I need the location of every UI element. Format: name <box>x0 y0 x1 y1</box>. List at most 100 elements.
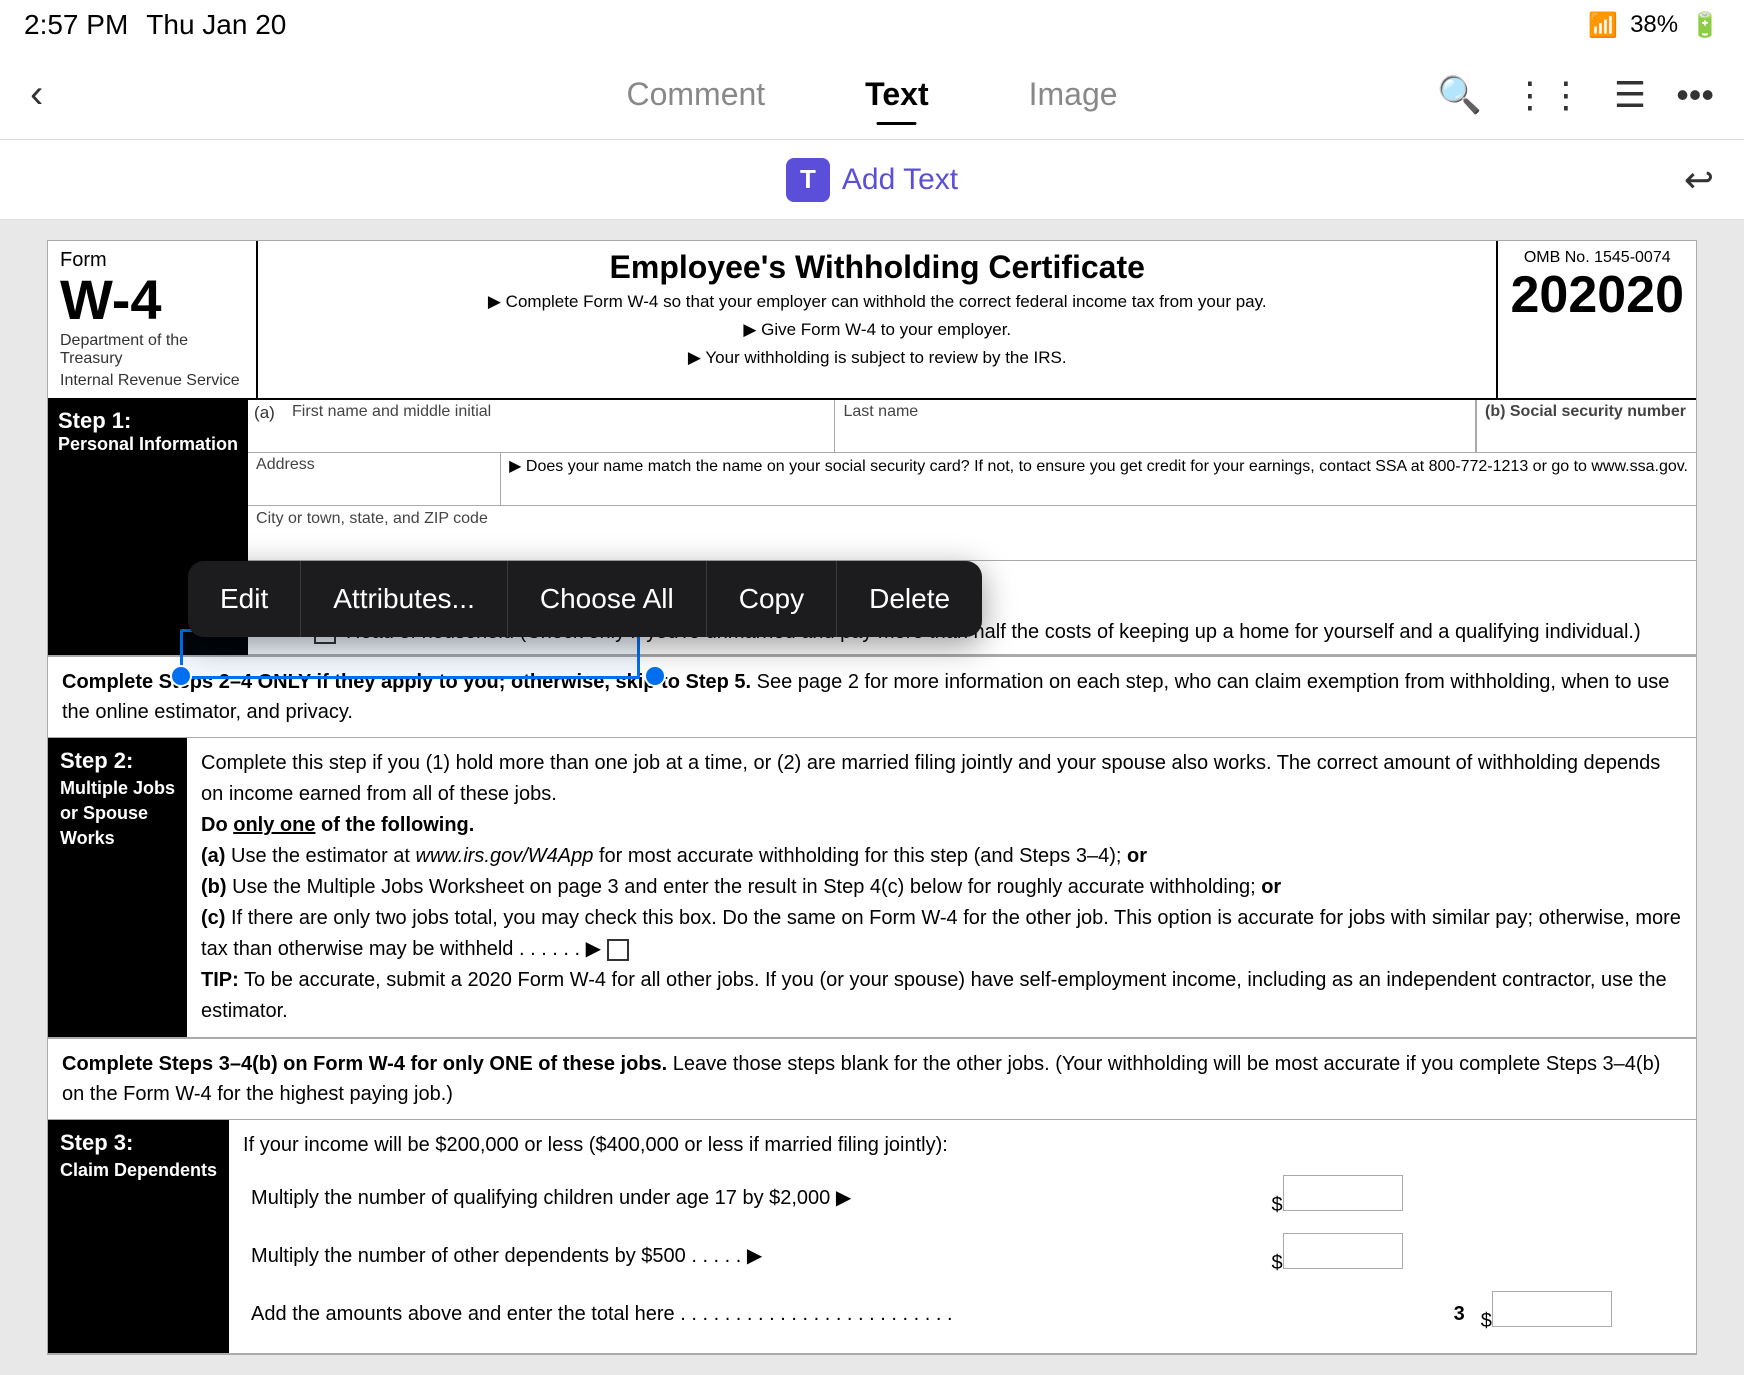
context-menu: Edit Attributes... Choose All Copy Delet… <box>188 561 982 637</box>
firstname-value <box>292 421 826 449</box>
list-icon[interactable]: ☰ <box>1614 74 1646 116</box>
step3-row1: Multiply the number of qualifying childr… <box>243 1169 1682 1227</box>
step2-b: (b) Use the Multiple Jobs Worksheet on p… <box>201 872 1682 903</box>
step2-tip: TIP: To be accurate, submit a 2020 Form … <box>201 965 1682 1027</box>
add-text-label[interactable]: Add Text <box>842 163 958 197</box>
date: Thu Jan 20 <box>146 9 286 41</box>
status-right: 📶 38% 🔋 <box>1588 11 1720 40</box>
tab-comment[interactable]: Comment <box>576 76 815 113</box>
step3-table: Multiply the number of qualifying childr… <box>243 1169 1682 1343</box>
selection-handle-right[interactable] <box>644 665 666 687</box>
w4-form: Form W-4 Department of the Treasury Inte… <box>47 240 1697 1355</box>
battery-level: 38% <box>1630 11 1678 39</box>
city-row: City or town, state, and ZIP code <box>248 506 1696 561</box>
ssn-field[interactable]: (b) Social security number <box>1476 400 1696 452</box>
step3-row: Step 3: Claim Dependents If your income … <box>48 1120 1696 1354</box>
battery-icon: 🔋 <box>1690 11 1720 40</box>
step2-sub3: Works <box>60 828 175 849</box>
step3-row2-input[interactable]: $ <box>1263 1227 1472 1285</box>
form-irs: Internal Revenue Service <box>60 372 244 390</box>
form-header: Form W-4 Department of the Treasury Inte… <box>48 241 1696 400</box>
grid-icon[interactable]: ⋮⋮ <box>1512 74 1584 116</box>
form-instruction1: ▶ Complete Form W-4 so that your employe… <box>270 290 1484 314</box>
firstname-label: First name and middle initial <box>292 403 826 421</box>
search-icon[interactable]: 🔍 <box>1437 74 1482 116</box>
undo-icon[interactable]: ↩ <box>1684 159 1714 201</box>
time: 2:57 PM <box>24 9 128 41</box>
step2-body2: Do only one of the following. <box>201 810 1682 841</box>
tab-image[interactable]: Image <box>979 76 1168 113</box>
step2-label: Step 2: Multiple Jobs or Spouse Works <box>48 738 187 1037</box>
toolbar: ‹ Comment Text Image 🔍 ⋮⋮ ☰ ••• <box>0 50 1744 140</box>
toolbar-tabs: Comment Text Image <box>576 76 1167 113</box>
document-area: Form W-4 Department of the Treasury Inte… <box>0 220 1744 1375</box>
step3-row2-label: Multiply the number of other dependents … <box>243 1227 1263 1285</box>
address-row: Address ▶ Does your name match the name … <box>248 453 1696 506</box>
wifi-icon: 📶 <box>1588 11 1618 40</box>
context-attributes[interactable]: Attributes... <box>301 561 508 637</box>
step3-label: Step 3: Claim Dependents <box>48 1120 229 1353</box>
complete-steps3-bold: Complete Steps 3–4(b) on Form W-4 for on… <box>62 1053 667 1075</box>
step2-a: (a) Use the estimator at www.irs.gov/W4A… <box>201 841 1682 872</box>
step2-row: Step 2: Multiple Jobs or Spouse Works Co… <box>48 738 1696 1038</box>
step3-title: Step 3: <box>60 1130 217 1156</box>
text-icon-letter: T <box>800 164 816 195</box>
city-value <box>256 528 1688 556</box>
context-delete[interactable]: Delete <box>837 561 982 637</box>
form-instruction3: ▶ Your withholding is subject to review … <box>270 346 1484 370</box>
form-header-left: Form W-4 Department of the Treasury Inte… <box>48 241 258 398</box>
step3-row1-label: Multiply the number of qualifying childr… <box>243 1169 1263 1227</box>
ssn-label: (b) Social security number <box>1485 403 1688 421</box>
context-edit[interactable]: Edit <box>188 561 301 637</box>
step3-income: If your income will be $200,000 or less … <box>243 1130 1682 1161</box>
complete-steps3-banner: Complete Steps 3–4(b) on Form W-4 for on… <box>48 1038 1696 1120</box>
more-icon[interactable]: ••• <box>1676 74 1714 116</box>
toolbar-right: 🔍 ⋮⋮ ☰ ••• <box>1437 74 1714 116</box>
context-choose-all[interactable]: Choose All <box>508 561 707 637</box>
step3-row3-label: Add the amounts above and enter the tota… <box>243 1285 1263 1343</box>
tab-text[interactable]: Text <box>815 76 978 113</box>
context-copy[interactable]: Copy <box>707 561 837 637</box>
firstname-field[interactable]: First name and middle initial <box>284 400 835 452</box>
add-text-icon: T <box>786 158 830 202</box>
address-field[interactable]: Address <box>248 453 500 505</box>
step2-sub2: or Spouse <box>60 803 175 824</box>
step3-row3-input[interactable]: $ <box>1473 1285 1682 1343</box>
form-title: Employee's Withholding Certificate <box>270 249 1484 286</box>
selection-handle-left[interactable] <box>170 665 192 687</box>
step3-body: If your income will be $200,000 or less … <box>229 1120 1696 1353</box>
lastname-value <box>843 421 1467 449</box>
step3-row1-input[interactable]: $ <box>1263 1169 1472 1227</box>
step3-row3-num: 3 <box>1263 1285 1472 1343</box>
step1-label: Step 1: <box>58 408 238 434</box>
step3-row2: Multiply the number of other dependents … <box>243 1227 1682 1285</box>
back-button[interactable]: ‹ <box>30 72 90 117</box>
omb-number: OMB No. 1545-0074 <box>1510 249 1684 267</box>
form-number: W-4 <box>60 272 244 328</box>
step2-sub1: Multiple Jobs <box>60 778 175 799</box>
step2-title: Step 2: <box>60 748 175 774</box>
ssn-question-text: ▶ Does your name match the name on your … <box>509 458 1688 475</box>
ssn-question: ▶ Does your name match the name on your … <box>500 453 1696 505</box>
step2-body1: Complete this step if you (1) hold more … <box>201 748 1682 810</box>
step2-c: (c) If there are only two jobs total, yo… <box>201 903 1682 965</box>
step1-sub: Personal Information <box>58 434 238 455</box>
complete-steps-banner: Complete Steps 2–4 ONLY if they apply to… <box>48 656 1696 738</box>
name-fields-row: (a) First name and middle initial Last n… <box>248 400 1696 453</box>
step2-body: Complete this step if you (1) hold more … <box>187 738 1696 1037</box>
step3-row3: Add the amounts above and enter the tota… <box>243 1285 1682 1343</box>
form-header-center: Employee's Withholding Certificate ▶ Com… <box>258 241 1498 398</box>
form-year: 202020 <box>1510 267 1684 324</box>
status-bar: 2:57 PM Thu Jan 20 📶 38% 🔋 <box>0 0 1744 50</box>
address-label: Address <box>256 456 492 474</box>
form-instruction2: ▶ Give Form W-4 to your employer. <box>270 318 1484 342</box>
status-left: 2:57 PM Thu Jan 20 <box>24 9 286 41</box>
lastname-label: Last name <box>843 403 1467 421</box>
city-label: City or town, state, and ZIP code <box>256 510 1688 528</box>
form-dept: Department of the Treasury <box>60 332 244 368</box>
form-header-right: OMB No. 1545-0074 202020 <box>1498 241 1696 398</box>
lastname-field[interactable]: Last name <box>835 400 1476 452</box>
step3-sub: Claim Dependents <box>60 1160 217 1181</box>
add-text-bar: T Add Text ↩ <box>0 140 1744 220</box>
field-a-label: (a) <box>248 400 284 452</box>
